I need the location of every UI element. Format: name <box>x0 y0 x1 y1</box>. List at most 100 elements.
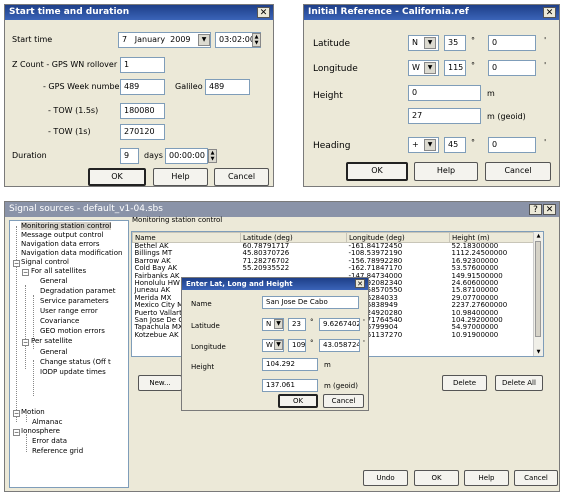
close-icon[interactable]: ✕ <box>355 279 365 288</box>
tree-item-all-satellites[interactable]: For all satellites <box>31 267 86 275</box>
tree-item-error-data[interactable]: Error data <box>32 437 67 445</box>
duration-time-field[interactable]: 00:00:00 <box>165 148 208 164</box>
column-header[interactable]: Name <box>132 232 241 243</box>
tree-item-almanac[interactable]: Almanac <box>32 418 62 426</box>
tree-item-message-output[interactable]: Message output control <box>21 231 103 239</box>
scroll-thumb[interactable] <box>535 241 541 337</box>
cancel-button[interactable]: Cancel <box>514 470 558 486</box>
tree-item-user-range-error[interactable]: User range error <box>40 307 98 315</box>
tree-item-monitoring[interactable]: Monitoring station control <box>21 222 112 230</box>
initial-reference-dialog: Initial Reference - California.ref ✕ Lat… <box>303 4 560 187</box>
tree-item-reference-grid[interactable]: Reference grid <box>32 447 83 455</box>
height-unit: m <box>324 361 331 369</box>
cancel-button[interactable]: Cancel <box>485 162 551 181</box>
geoid-height-field[interactable]: 27 <box>408 108 481 124</box>
tree-line <box>26 434 27 452</box>
heading-min-field[interactable]: 0 <box>488 137 536 153</box>
help-button[interactable]: Help <box>464 470 509 486</box>
start-time-dialog: Start time and duration ✕ Start time 7 J… <box>4 4 274 187</box>
ok-button[interactable]: OK <box>278 394 318 408</box>
close-icon[interactable]: ✕ <box>543 204 556 215</box>
tree-item-motion[interactable]: Motion <box>21 408 45 416</box>
lon-deg-field[interactable]: 115 <box>444 60 466 76</box>
lat-min-field[interactable]: 0 <box>488 35 536 51</box>
duration-days-field[interactable]: 9 <box>120 148 139 164</box>
tow15-field[interactable]: 180080 <box>120 103 165 119</box>
new-button[interactable]: New... <box>138 375 182 391</box>
tree-item-nav-errors[interactable]: Navigation data errors <box>21 240 100 248</box>
tree-item-geo-motion-errors[interactable]: GEO motion errors <box>40 327 105 335</box>
start-time-value: 03:02:00 <box>219 35 255 44</box>
tree-line <box>33 360 34 396</box>
tree-item-service-params[interactable]: Service parameters <box>40 297 109 305</box>
collapse-icon[interactable]: − <box>22 339 29 346</box>
lon-min-field[interactable]: 0 <box>488 60 536 76</box>
settings-tree: Monitoring station control Message outpu… <box>9 220 129 488</box>
close-icon[interactable]: ✕ <box>257 7 270 18</box>
geoid-height-field[interactable]: 137.061 <box>262 379 318 392</box>
cancel-button[interactable]: Cancel <box>214 168 269 186</box>
start-time-dialog-title: Start time and duration <box>5 5 273 20</box>
zcount-field[interactable]: 1 <box>120 57 165 73</box>
delete-button[interactable]: Delete <box>442 375 487 391</box>
geoid-unit: m (geoid) <box>324 382 358 390</box>
help-button[interactable]: Help <box>414 162 478 181</box>
height-field[interactable]: 0 <box>408 85 481 101</box>
help-button[interactable]: Help <box>153 168 208 186</box>
collapse-icon[interactable]: − <box>22 269 29 276</box>
height-field[interactable]: 104.292 <box>262 358 318 371</box>
tree-item-nav-modification[interactable]: Navigation data modification <box>21 249 122 257</box>
help-icon[interactable]: ? <box>529 204 542 215</box>
collapse-icon[interactable]: − <box>13 429 20 436</box>
lat-min-field[interactable]: 9.6267402 <box>319 318 360 331</box>
chevron-down-icon[interactable]: ▼ <box>424 37 436 49</box>
lon-min-field[interactable]: 43.058724 <box>319 339 360 352</box>
delete-all-button[interactable]: Delete All <box>495 375 543 391</box>
column-header[interactable]: Latitude (deg) <box>240 232 347 243</box>
lat-deg-field[interactable]: 35 <box>444 35 466 51</box>
tree-item-general[interactable]: General <box>40 277 68 285</box>
close-icon[interactable]: ✕ <box>543 7 556 18</box>
chevron-down-icon[interactable]: ▼ <box>424 139 436 151</box>
spinner-icon[interactable]: ▲ ▼ <box>252 33 261 47</box>
height-label: Height <box>191 363 215 371</box>
lon-deg-field[interactable]: 109 <box>288 339 306 352</box>
undo-button[interactable]: Undo <box>363 470 408 486</box>
gps-week-field[interactable]: 489 <box>120 79 165 95</box>
tree-item-signal-control[interactable]: Signal control <box>21 258 69 266</box>
chevron-down-icon[interactable]: ▼ <box>274 319 283 329</box>
tree-item-covariance[interactable]: Covariance <box>40 317 79 325</box>
galileo-label: Galileo <box>175 82 203 91</box>
spinner-icon[interactable]: ▲ ▼ <box>208 149 217 163</box>
chevron-down-icon[interactable]: ▼ <box>424 62 436 74</box>
heading-deg-field[interactable]: 45 <box>444 137 466 153</box>
name-field[interactable]: San Jose De Cabo <box>262 296 359 309</box>
tree-item-general[interactable]: General <box>40 348 68 356</box>
tree-item-iodp-update[interactable]: IODP update times <box>40 368 106 376</box>
ok-button[interactable]: OK <box>346 162 408 181</box>
chevron-down-icon[interactable]: ▼ <box>198 34 210 46</box>
chevron-down-icon[interactable]: ▼ <box>274 340 283 350</box>
collapse-icon[interactable]: − <box>13 410 20 417</box>
tow1-field[interactable]: 270120 <box>120 124 165 140</box>
column-header[interactable]: Height (m) <box>449 232 536 243</box>
tree-item-degradation[interactable]: Degradation paramet <box>40 287 115 295</box>
lat-deg-field[interactable]: 23 <box>288 318 306 331</box>
tow15-label: - TOW (1.5s) <box>48 106 99 115</box>
tree-item-ionosphere[interactable]: Ionosphere <box>21 427 60 435</box>
table-cell: 55.20935522 <box>242 264 290 273</box>
column-header[interactable]: Longitude (deg) <box>346 232 450 243</box>
table-scrollbar[interactable]: ▲ ▼ <box>533 232 543 356</box>
tree-item-per-satellite[interactable]: Per satellite <box>31 337 72 345</box>
degree-symbol: ° <box>310 318 314 326</box>
cancel-button[interactable]: Cancel <box>323 394 364 408</box>
scroll-up-icon[interactable]: ▲ <box>534 232 543 240</box>
scroll-down-icon[interactable]: ▼ <box>534 348 543 356</box>
ok-button[interactable]: OK <box>414 470 459 486</box>
ok-button[interactable]: OK <box>88 168 146 186</box>
geoid-unit: m (geoid) <box>487 112 526 121</box>
height-unit: m <box>487 89 495 98</box>
galileo-field[interactable]: 489 <box>205 79 250 95</box>
tree-item-change-status[interactable]: Change status (Off t <box>40 358 111 366</box>
collapse-icon[interactable]: − <box>13 260 20 267</box>
